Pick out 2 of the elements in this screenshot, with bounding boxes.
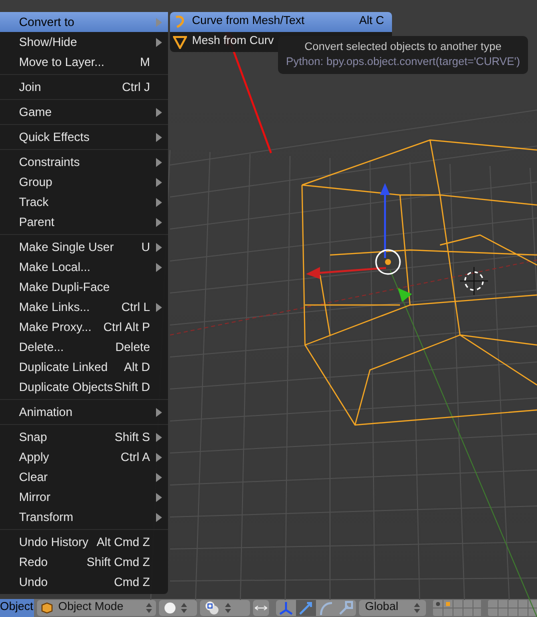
tooltip-python: Python: bpy.ops.object.convert(target='CURVE') xyxy=(286,55,520,70)
tooltip-description: Convert selected objects to another type xyxy=(304,40,502,55)
